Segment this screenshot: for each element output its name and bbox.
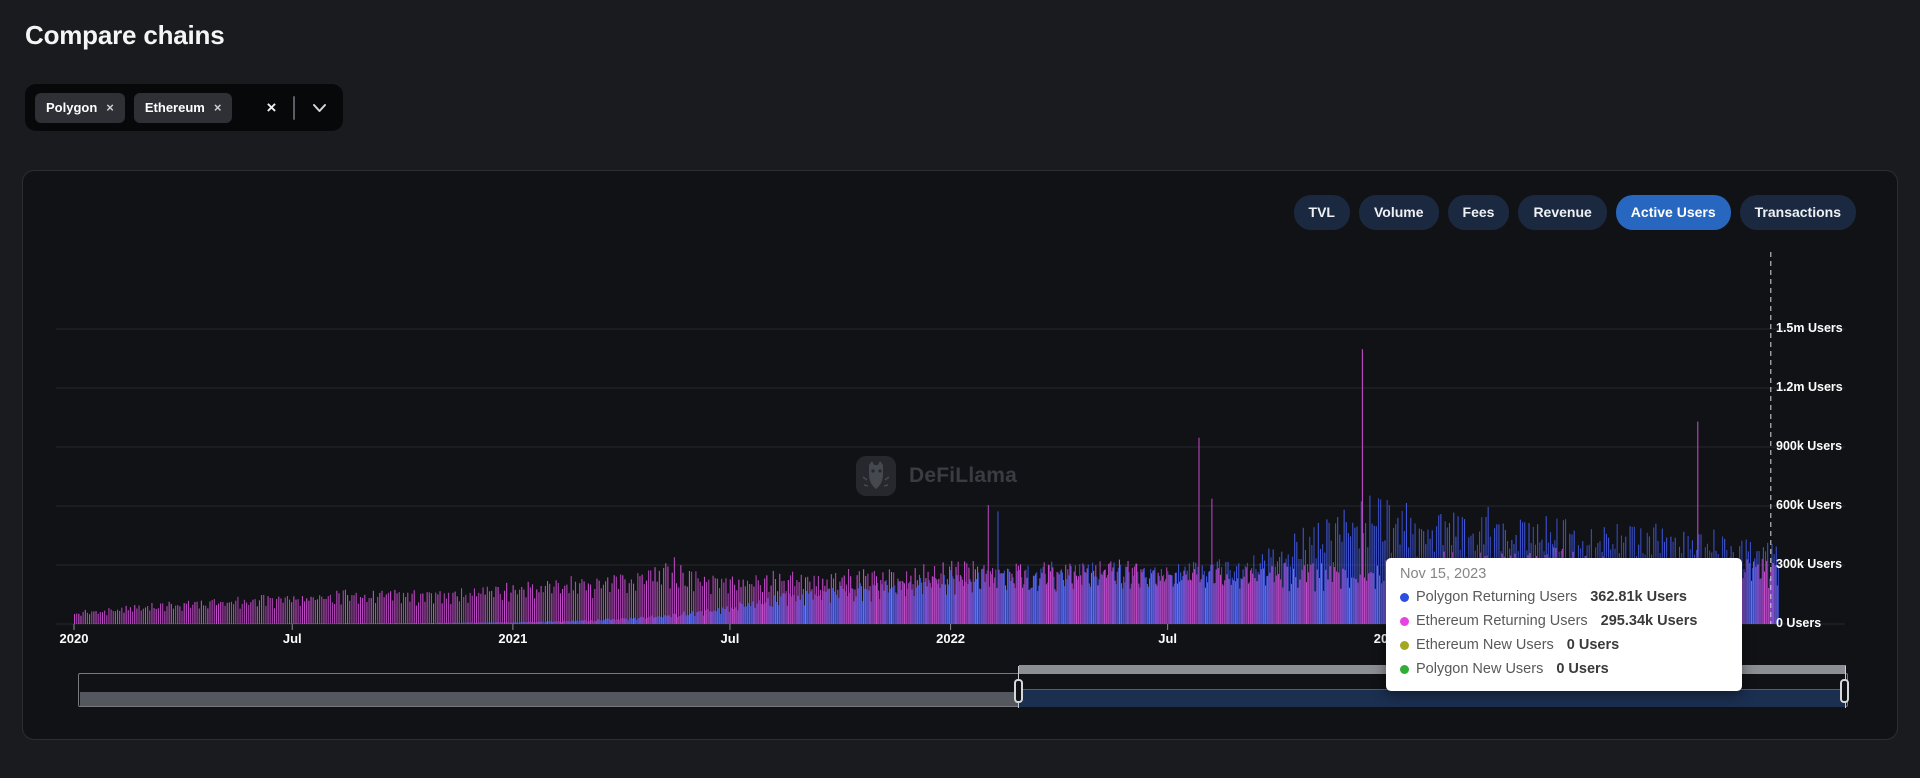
- y-axis-label: 600k Users: [1776, 498, 1843, 512]
- clear-selection-icon[interactable]: ×: [266, 99, 276, 116]
- tab-volume[interactable]: Volume: [1358, 195, 1439, 230]
- series-value: 295.34k Users: [1600, 613, 1698, 629]
- series-value: 362.81k Users: [1590, 589, 1687, 605]
- y-axis-label: 300k Users: [1776, 557, 1843, 571]
- slider-unselected-region[interactable]: [80, 692, 1019, 706]
- tab-active-users[interactable]: Active Users: [1615, 195, 1731, 230]
- chain-chip-ethereum[interactable]: Ethereum ×: [133, 92, 233, 123]
- series-dot-icon: [1400, 640, 1409, 650]
- chart-tooltip: Nov 15, 2023 Polygon Returning Users 362.…: [1386, 558, 1742, 691]
- tab-revenue[interactable]: Revenue: [1518, 195, 1607, 230]
- series-name: Ethereum New Users: [1416, 637, 1554, 653]
- chip-label: Polygon: [46, 100, 98, 115]
- x-axis-label: 2022: [936, 631, 966, 646]
- y-axis-label: 1.5m Users: [1776, 321, 1843, 335]
- series-value: 0 Users: [1556, 661, 1609, 677]
- tooltip-row: Polygon New Users 0 Users: [1400, 657, 1728, 681]
- y-axis-label: 0 Users: [1776, 616, 1822, 630]
- slider-right-handle[interactable]: [1840, 679, 1849, 703]
- remove-chip-icon[interactable]: ×: [214, 101, 222, 114]
- tab-tvl[interactable]: TVL: [1293, 195, 1350, 230]
- series-name: Ethereum Returning Users: [1416, 613, 1588, 629]
- series-name: Polygon Returning Users: [1416, 589, 1578, 605]
- tooltip-row: Ethereum New Users 0 Users: [1400, 633, 1728, 657]
- metric-tabs: TVL Volume Fees Revenue Active Users Transact…: [1293, 195, 1856, 230]
- slider-selected-region[interactable]: [1019, 689, 1846, 707]
- tooltip-date: Nov 15, 2023: [1400, 566, 1487, 582]
- y-axis-label: 900k Users: [1776, 439, 1843, 453]
- x-axis-label: Jul: [1158, 631, 1178, 646]
- series-dot-icon: [1400, 664, 1409, 674]
- chevron-down-icon[interactable]: [312, 103, 327, 113]
- tooltip-row: Ethereum Returning Users 295.34k Users: [1400, 609, 1728, 633]
- series-dot-icon: [1400, 616, 1409, 626]
- slider-left-handle[interactable]: [1014, 679, 1023, 703]
- x-axis-label: Jul: [720, 631, 740, 646]
- series-dot-icon: [1400, 592, 1409, 602]
- series-value: 0 Users: [1566, 637, 1620, 653]
- tab-fees[interactable]: Fees: [1447, 195, 1510, 230]
- page-title: Compare chains: [25, 20, 225, 50]
- x-axis-label: Jul: [282, 631, 302, 646]
- tab-transactions[interactable]: Transactions: [1739, 195, 1856, 230]
- x-axis-label: 2020: [59, 631, 89, 646]
- tooltip-row: Polygon Returning Users 362.81k Users: [1400, 585, 1728, 609]
- chip-label: Ethereum: [144, 100, 205, 115]
- compare-chains-page: Compare chains Polygon × Ethereum × × TVL Vo…: [0, 0, 1920, 778]
- series-name: Polygon New Users: [1416, 661, 1544, 677]
- selector-divider: [293, 95, 296, 120]
- chain-chip-polygon[interactable]: Polygon ×: [35, 92, 125, 123]
- y-axis-label: 1.2m Users: [1776, 380, 1843, 394]
- remove-chip-icon[interactable]: ×: [106, 101, 114, 114]
- chain-selector[interactable]: Polygon × Ethereum × ×: [25, 84, 344, 131]
- x-axis-label: 2021: [498, 631, 528, 646]
